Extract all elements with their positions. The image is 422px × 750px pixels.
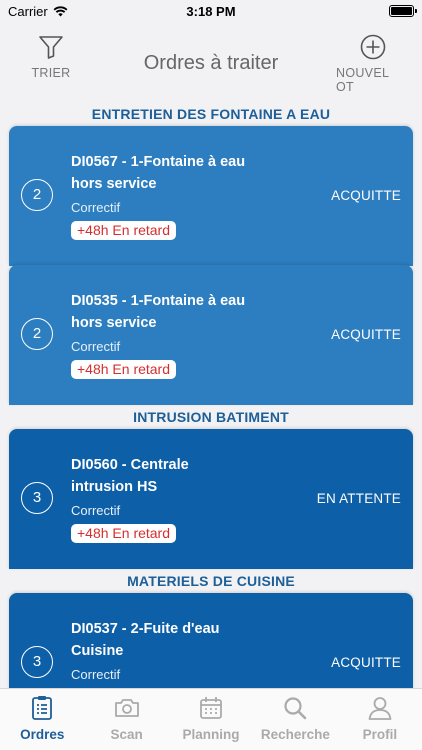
order-type: Correctif (71, 200, 121, 215)
order-card[interactable]: 2 DI0535 - 1-Fontaine à eau hors service… (9, 265, 413, 405)
new-order-button[interactable]: NOUVEL OT (336, 34, 410, 94)
section-header: ENTRETIEN DES FONTAINE A EAU (0, 102, 422, 126)
late-badge: +48h En retard (71, 221, 177, 240)
late-badge: +48h En retard (71, 360, 177, 379)
count-badge: 3 (21, 482, 53, 514)
tab-recherche[interactable]: Recherche (253, 689, 337, 750)
order-card[interactable]: 3 DI0537 - 2-Fuite d'eau Cuisine Correct… (9, 593, 413, 688)
new-order-label: NOUVEL OT (336, 66, 389, 94)
camera-icon (114, 699, 139, 717)
late-badge: +48h En retard (71, 524, 177, 543)
tab-planning[interactable]: Planning (169, 689, 253, 750)
order-card[interactable]: 3 DI0560 - Centrale intrusion HS Correct… (9, 429, 413, 569)
plus-circle-icon (360, 34, 386, 60)
tab-label: Scan (110, 727, 143, 742)
tab-profil[interactable]: Profil (338, 689, 422, 750)
order-status: ACQUITTE (331, 655, 401, 670)
tab-label: Recherche (260, 727, 330, 742)
count-badge: 2 (21, 179, 53, 211)
tab-scan[interactable]: Scan (84, 689, 168, 750)
order-status: EN ATTENTE (316, 491, 401, 506)
order-title: DI0567 - 1-Fontaine à eau hors service (71, 154, 246, 192)
order-card[interactable]: 2 DI0567 - 1-Fontaine à eau hors service… (9, 126, 413, 266)
count-badge: 2 (21, 318, 53, 350)
nav-header: TRIER Ordres à traiter NOUVEL OT (0, 22, 422, 102)
order-title: DI0535 - 1-Fontaine à eau hors service (71, 293, 246, 331)
order-type: Correctif (71, 339, 121, 354)
tab-ordres[interactable]: Ordres (0, 689, 84, 750)
tab-label: Planning (182, 727, 240, 742)
calendar-icon (200, 697, 222, 719)
search-icon (284, 697, 307, 720)
tab-label: Profil (362, 727, 398, 742)
person-icon (368, 697, 392, 720)
clipboard-icon (32, 696, 53, 720)
section-header: MATERIELS DE CUISINE (0, 569, 422, 593)
order-status: ACQUITTE (331, 327, 401, 342)
order-status: ACQUITTE (331, 188, 401, 203)
order-title: DI0560 - Centrale intrusion HS (71, 457, 189, 495)
status-bar: Carrier 3:18 PM (0, 0, 422, 22)
section-header: INTRUSION BATIMENT (0, 405, 422, 429)
battery-icon (389, 5, 417, 17)
orders-list[interactable]: ENTRETIEN DES FONTAINE A EAU 2 DI0567 - … (0, 102, 422, 688)
tab-bar: Ordres Scan Planning Recherche Profil (0, 688, 422, 750)
count-badge: 3 (21, 646, 53, 678)
order-type: Correctif (71, 667, 121, 682)
order-type: Correctif (71, 503, 121, 518)
order-title: DI0537 - 2-Fuite d'eau Cuisine (71, 621, 220, 659)
clock: 3:18 PM (186, 4, 236, 19)
tab-label: Ordres (20, 727, 65, 742)
